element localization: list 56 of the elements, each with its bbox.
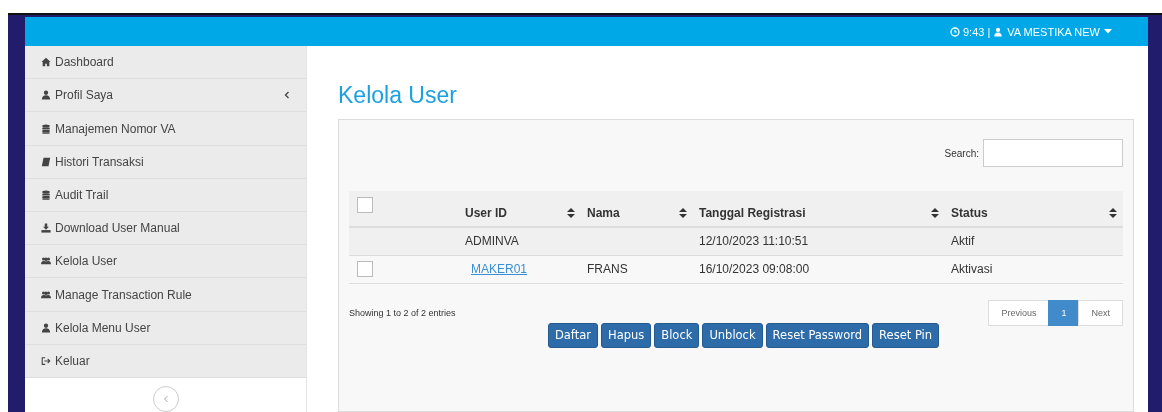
user-icon [993,26,1004,37]
search-label: Search: [944,147,979,159]
users-icon [41,256,51,267]
action-button[interactable]: Daftar [547,322,598,348]
table-cell: Aktivasi [951,262,993,276]
action-button[interactable]: Reset Pin [872,322,940,348]
column-header[interactable]: Nama [581,191,693,227]
page-button[interactable]: 1 [1048,299,1080,326]
table-cell: ADMINVA [465,234,519,249]
action-button[interactable]: Unblock [702,322,763,348]
sort-icon [679,207,687,218]
user-icon [41,322,51,333]
database-icon [41,189,51,200]
users-icon [41,289,51,300]
download-icon [41,223,51,234]
column-header[interactable]: Tanggal Registrasi [693,191,945,227]
sidebar-item[interactable]: Audit Trail [25,178,306,212]
column-header[interactable]: Status [945,191,1123,227]
sort-icon [567,207,575,218]
sidebar-item[interactable]: Manajemen Nomor VA [25,112,306,146]
table-cell: FRANS [587,262,628,276]
entries-info: Showing 1 to 2 of 2 entries [349,307,456,318]
sidebar-item[interactable]: Kelola Menu User [25,311,306,345]
search-field[interactable] [983,139,1123,167]
separator: | [987,25,991,38]
database-icon [41,123,51,134]
table-cell: 16/10/2023 09:08:00 [699,262,810,276]
clock-time: 9:43 [963,25,985,38]
select-all-checkbox[interactable] [357,197,373,213]
table-cell: Aktif [951,234,975,249]
clock-icon [950,26,960,37]
previous-button[interactable]: Previous [988,299,1050,326]
sidebar-item[interactable]: Manage Transaction Rule [25,278,306,312]
sidebar-item[interactable]: Kelola User [25,245,306,279]
sort-icon [931,207,939,218]
sidebar-item[interactable]: Keluar [25,344,306,379]
caret-icon [1104,29,1112,34]
sidebar-item[interactable]: Dashboard [25,46,306,80]
action-button[interactable]: Block [654,322,700,348]
chevron-left-icon [162,395,169,404]
collapse-button[interactable] [152,386,179,412]
action-button[interactable]: Reset Password [765,322,870,348]
user-icon [41,90,51,101]
sort-icon [1109,207,1117,218]
sidebar-item[interactable]: Download User Manual [25,212,306,246]
book-icon [41,156,51,167]
sidebar-item[interactable]: Profil Saya [25,79,306,113]
action-button[interactable]: Hapus [601,322,652,348]
table-cell: 12/10/2023 11:10:51 [699,234,809,249]
next-button[interactable]: Next [1078,299,1123,326]
page-title: Kelola User [338,82,458,109]
logout-icon [41,355,51,366]
row-checkbox[interactable] [357,261,373,277]
column-header[interactable]: User ID [453,191,581,227]
sidebar-item[interactable]: Histori Transaksi [25,145,306,179]
home-icon [41,57,51,68]
